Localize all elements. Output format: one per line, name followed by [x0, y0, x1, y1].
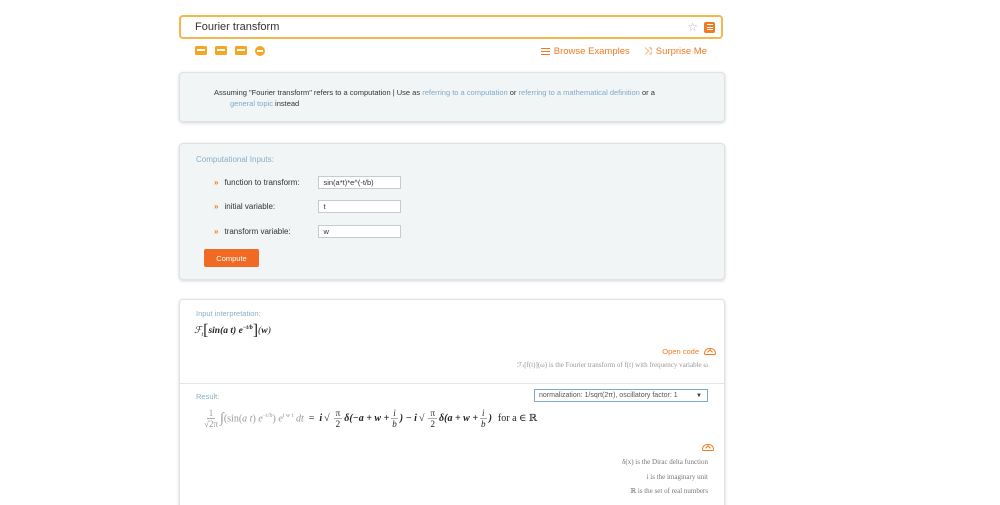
assumption-computation-link[interactable]: referring to a computation — [422, 88, 507, 97]
real-numbers-note: ℝ is the set of real numbers — [630, 487, 708, 495]
input-toolbar — [195, 46, 265, 56]
chevron-down-icon: ▼ — [696, 392, 702, 399]
browse-examples-label: Browse Examples — [553, 46, 630, 57]
search-bar[interactable]: ☆ — [179, 15, 723, 39]
initial-variable-row: » initial variable: — [214, 200, 402, 213]
dirac-note: δ(x) is the Dirac delta function — [622, 458, 708, 466]
result-open-code-icon[interactable] — [702, 444, 714, 451]
computational-inputs-title: Computational Inputs: — [196, 155, 274, 164]
chevron-right-icon: » — [214, 202, 219, 211]
assumption-definition-link[interactable]: referring to a mathematical definition — [519, 88, 640, 97]
camera-icon[interactable] — [215, 46, 227, 55]
compute-button[interactable]: Compute — [204, 249, 259, 267]
cloud-icon — [704, 348, 716, 355]
input-interpretation-title: Input interpretation: — [196, 309, 261, 318]
function-label: function to transform: — [224, 178, 300, 187]
result-formula: 1 √2π ∫ (sin(a t) e−t/b) ei w t dt = i √ π… — [204, 408, 538, 429]
open-code-label: Open code — [662, 347, 699, 356]
assumption-text: Assuming "Fourier transform" refers to a… — [214, 87, 704, 109]
divider — [180, 383, 724, 384]
initial-variable-input[interactable] — [318, 200, 402, 213]
open-code-link[interactable]: Open code — [662, 347, 716, 356]
result-condition: for a ∈ ℝ — [497, 413, 538, 424]
normalization-select[interactable]: normalization: 1/sqrt(2π), oscillatory f… — [534, 389, 708, 402]
imaginary-unit-note: i is the imaginary unit — [646, 473, 708, 481]
function-row: » function to transform: — [214, 176, 402, 189]
surprise-me-link[interactable]: ⤨ Surprise Me — [644, 46, 707, 57]
submit-icon[interactable] — [704, 21, 715, 33]
star-icon[interactable]: ☆ — [687, 21, 698, 33]
extended-keyboard-icon[interactable] — [235, 46, 247, 55]
list-icon — [540, 48, 550, 55]
result-panel: Input interpretation: ℱt[sin(a t) e−t/b]… — [179, 299, 725, 505]
computational-inputs-panel: Computational Inputs: » function to tran… — [179, 143, 725, 280]
result-title: Result: — [196, 392, 220, 401]
chevron-right-icon: » — [214, 227, 219, 236]
interpretation-note: ℱₜ[f(t)](ω) is the Fourier transform of … — [517, 361, 708, 369]
initial-variable-label: initial variable: — [224, 202, 276, 211]
interpretation-formula: ℱt[sin(a t) e−t/b](w) — [194, 322, 271, 339]
assumption-panel: Assuming "Fourier transform" refers to a… — [179, 72, 725, 122]
surprise-me-label: Surprise Me — [655, 46, 707, 57]
header-links: Browse Examples ⤨ Surprise Me — [540, 46, 707, 57]
transform-variable-row: » transform variable: — [214, 225, 402, 238]
assumption-prefix: Assuming "Fourier transform" refers to a… — [214, 88, 421, 97]
cloud-icon — [702, 444, 714, 451]
keyboard-icon[interactable] — [195, 46, 207, 55]
shuffle-icon: ⤨ — [643, 45, 652, 57]
chevron-right-icon: » — [214, 178, 219, 187]
upload-icon[interactable] — [255, 46, 265, 56]
normalization-value: normalization: 1/sqrt(2π), oscillatory f… — [539, 392, 678, 399]
assumption-suffix: instead — [275, 99, 300, 108]
assumption-or-a: or a — [641, 88, 655, 97]
search-input[interactable] — [195, 21, 688, 33]
transform-variable-label: transform variable: — [224, 227, 291, 236]
transform-variable-input[interactable] — [318, 225, 402, 238]
browse-examples-link[interactable]: Browse Examples — [540, 46, 630, 57]
assumption-general-topic-link[interactable]: general topic — [230, 99, 273, 108]
assumption-or: or — [509, 88, 517, 97]
function-input[interactable] — [318, 176, 402, 189]
